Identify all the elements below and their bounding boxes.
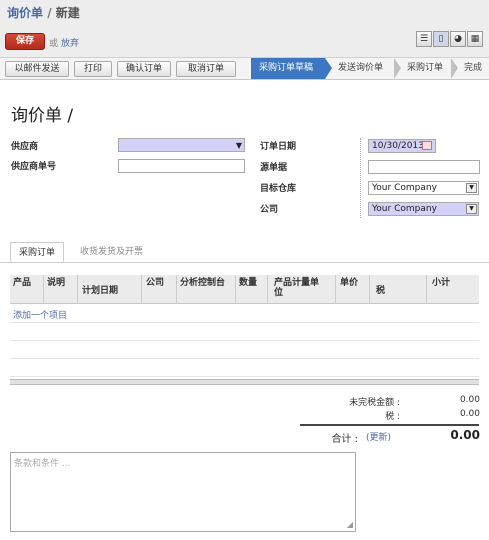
confirm-order-button[interactable]: 确认订单 [117,61,171,77]
add-item-link[interactable]: 添加一个项目 [13,308,67,321]
column-divider [176,275,177,304]
table-header: 产品 说明 计划日期 公司 分析控制台 数量 产品计量单位 单价 税 小计 [10,275,479,304]
breadcrumb-separator: / [47,6,52,20]
column-quantity: 数量 [239,278,258,288]
terms-conditions-textarea[interactable]: 条款和条件 ... ◢ [10,452,356,532]
table-row [10,376,479,377]
column-divider [77,275,78,304]
column-divider [43,275,44,304]
supplier-label: 供应商 [11,142,39,152]
column-divider [335,275,336,304]
table-row [10,358,479,359]
view-switcher: ☰ ▯ ◕ ▦ [415,31,483,47]
action-bar: 以邮件发送 打印 确认订单 取消订单 采购订单草稿 发送询价单 采购订单 完成 [0,58,489,80]
calendar-view-icon[interactable]: ▦ [467,31,483,47]
total-divider [300,424,479,426]
untaxed-amount-label: 未完税金额 : [349,398,400,408]
breadcrumb: 询价单 / 新建 [7,4,80,21]
company-label: 公司 [260,205,279,215]
resize-grip-icon[interactable]: ◢ [347,520,353,529]
column-scheduled-date: 计划日期 [82,286,119,296]
dropdown-arrow-icon[interactable]: ▼ [466,204,477,214]
order-date-label: 订单日期 [260,142,297,152]
tab-incoming-shipments-invoices[interactable]: 收货发货及开票 [72,242,151,262]
breadcrumb-parent-link[interactable]: 询价单 [7,6,43,20]
supplier-select[interactable]: ▼ [118,138,245,152]
tax-label: 税 : [385,412,400,422]
tab-divider [0,262,489,263]
status-step-draft: 采购订单草稿 [251,58,325,79]
or-text: 或 [49,39,59,49]
tax-value: 0.00 [459,409,480,419]
dropdown-arrow-icon[interactable]: ▼ [466,183,477,193]
terms-conditions-placeholder: 条款和条件 ... [14,459,71,469]
status-step-rfq-sent: 发送询价单 [338,63,384,73]
table-row [10,340,479,341]
source-document-input[interactable] [368,160,480,174]
form-header: 询价单 / 新建 保存 或 放弃 ☰ ▯ ◕ ▦ [0,0,489,58]
column-divider [235,275,236,304]
column-taxes: 税 [376,286,386,296]
column-company: 公司 [146,278,165,288]
table-row [10,322,479,323]
order-lines-table: 产品 说明 计划日期 公司 分析控制台 数量 产品计量单位 单价 税 小计 添加… [10,275,479,385]
destination-warehouse-value: Your Company [372,183,437,193]
destination-warehouse-label: 目标仓库 [260,184,297,194]
column-divider [267,275,268,304]
dropdown-arrow-icon[interactable]: ▼ [236,140,242,152]
graph-view-icon[interactable]: ◕ [450,31,466,47]
table-footer [10,379,479,385]
list-view-icon[interactable]: ☰ [416,31,432,47]
company-value: Your Company [372,204,437,214]
discard-link[interactable]: 放弃 [61,36,79,49]
print-button[interactable]: 打印 [74,61,112,77]
breadcrumb-current: 新建 [55,6,80,20]
status-step-purchase-order: 采购订单 [407,63,444,73]
destination-warehouse-select[interactable]: Your Company ▼ [368,181,479,195]
column-divider [141,275,142,304]
tab-purchase-order[interactable]: 采购订单 [10,242,65,262]
calendar-icon[interactable] [422,141,432,150]
order-date-input[interactable]: 10/30/2013 [368,139,436,153]
untaxed-amount-value: 0.00 [459,395,480,405]
order-date-value: 10/30/2013 [372,141,424,151]
total-value: 0.00 [450,428,480,442]
column-product-uom: 产品计量单位 [274,278,320,298]
column-divider [426,275,427,304]
column-divider [369,275,370,304]
column-product: 产品 [13,278,32,288]
total-label: 合计 : [331,434,358,445]
send-by-email-button[interactable]: 以邮件发送 [5,61,69,77]
company-select[interactable]: Your Company ▼ [368,202,479,216]
page-title: 询价单 / [11,106,74,126]
save-button[interactable]: 保存 [5,33,45,50]
source-document-label: 源单据 [260,163,288,173]
form-view-icon[interactable]: ▯ [433,31,449,47]
column-unit-price: 单价 [340,278,359,288]
supplier-reference-label: 供应商单号 [11,162,57,172]
cancel-order-button[interactable]: 取消订单 [176,61,236,77]
column-description: 说明 [47,278,66,288]
supplier-reference-input[interactable] [118,159,245,173]
update-totals-link[interactable]: (更新) [366,430,391,443]
status-step-done: 完成 [464,63,483,73]
column-analytic-account: 分析控制台 [180,278,226,288]
column-subtotal: 小计 [432,278,451,288]
column-divider [360,138,361,218]
